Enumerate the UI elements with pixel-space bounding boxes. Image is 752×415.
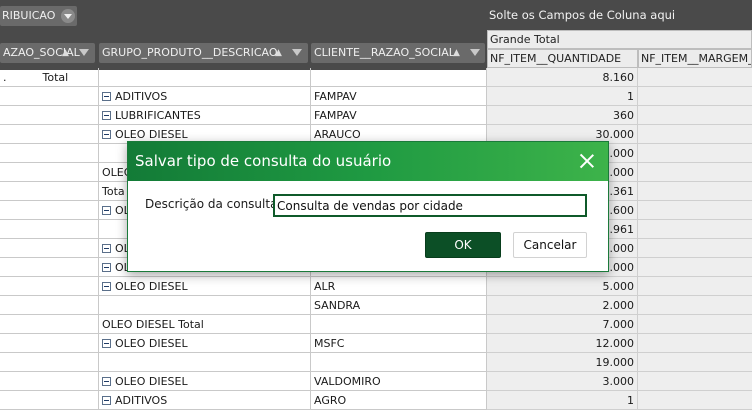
cancel-button[interactable]: Cancelar [513,232,587,258]
description-input[interactable] [273,194,587,217]
ok-button[interactable]: OK [425,232,501,258]
close-icon[interactable] [580,154,594,168]
save-query-dialog: Salvar tipo de consulta do usuário Descr… [127,141,609,272]
dialog-title: Salvar tipo de consulta do usuário [128,142,608,181]
description-label: Descrição da consulta: [145,197,282,211]
